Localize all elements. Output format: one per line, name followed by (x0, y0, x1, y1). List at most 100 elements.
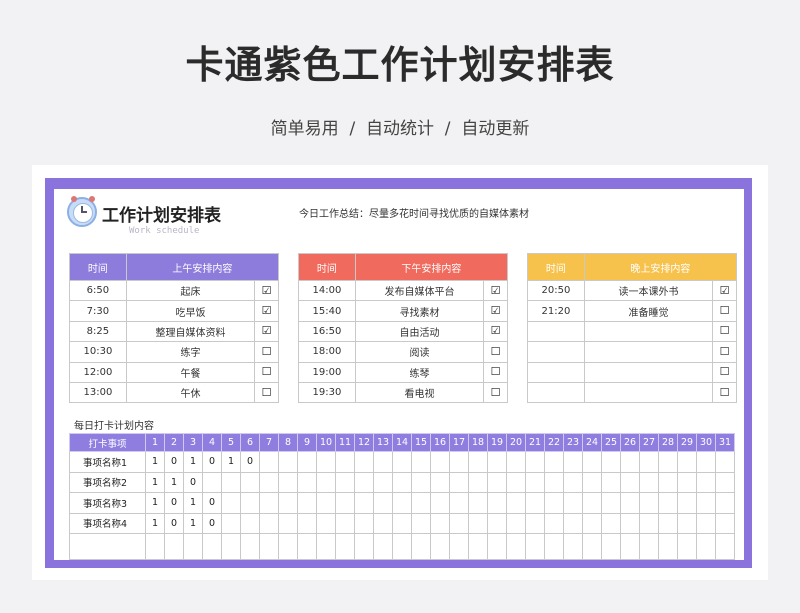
tracker-cell[interactable] (449, 471, 469, 493)
tracker-cell[interactable] (468, 512, 488, 534)
task-checkbox[interactable]: ☐ (491, 346, 501, 357)
tracker-cell[interactable] (430, 512, 450, 534)
tracker-cell[interactable] (696, 492, 716, 514)
task-checkbox[interactable]: ☑ (262, 305, 272, 316)
tracker-cell[interactable] (278, 512, 298, 534)
tracker-cell[interactable] (259, 492, 279, 514)
tracker-cell[interactable] (544, 451, 564, 473)
tracker-cell[interactable] (677, 492, 697, 514)
tracker-cell[interactable] (544, 533, 564, 560)
tracker-cell[interactable] (373, 471, 393, 493)
tracker-cell[interactable] (373, 512, 393, 534)
tracker-cell[interactable] (582, 512, 602, 534)
task-checkbox[interactable]: ☑ (491, 325, 501, 336)
tracker-cell[interactable] (145, 533, 165, 560)
tracker-cell[interactable] (316, 471, 336, 493)
task-checkbox[interactable]: ☐ (262, 387, 272, 398)
tracker-cell[interactable] (563, 471, 583, 493)
task-checkbox[interactable]: ☐ (262, 366, 272, 377)
tracker-cell[interactable] (221, 512, 241, 534)
tracker-cell[interactable] (468, 533, 488, 560)
tracker-cell[interactable] (506, 492, 526, 514)
tracker-cell[interactable] (183, 533, 203, 560)
tracker-cell[interactable] (392, 451, 412, 473)
tracker-cell[interactable] (525, 471, 545, 493)
tracker-cell[interactable]: 1 (221, 451, 241, 473)
tracker-cell[interactable] (335, 451, 355, 473)
tracker-cell[interactable]: 1 (145, 451, 165, 473)
tracker-cell[interactable] (316, 512, 336, 534)
tracker-cell[interactable] (335, 471, 355, 493)
task-checkbox[interactable]: ☑ (262, 325, 272, 336)
tracker-cell[interactable] (297, 471, 317, 493)
tracker-cell[interactable] (506, 451, 526, 473)
tracker-cell[interactable]: 0 (240, 451, 260, 473)
tracker-cell[interactable] (620, 533, 640, 560)
tracker-cell[interactable] (506, 533, 526, 560)
tracker-cell[interactable] (601, 492, 621, 514)
tracker-cell[interactable] (658, 451, 678, 473)
task-checkbox[interactable]: ☐ (491, 387, 501, 398)
tracker-cell[interactable] (715, 492, 735, 514)
tracker-cell[interactable] (677, 533, 697, 560)
tracker-cell[interactable] (373, 492, 393, 514)
tracker-cell[interactable] (677, 512, 697, 534)
tracker-cell[interactable] (392, 512, 412, 534)
tracker-cell[interactable] (297, 512, 317, 534)
tracker-cell[interactable] (677, 471, 697, 493)
tracker-cell[interactable] (430, 451, 450, 473)
task-checkbox[interactable]: ☑ (491, 285, 501, 296)
tracker-cell[interactable] (240, 512, 260, 534)
tracker-cell[interactable] (278, 451, 298, 473)
tracker-cell[interactable] (259, 451, 279, 473)
tracker-cell[interactable]: 1 (183, 492, 203, 514)
tracker-cell[interactable] (639, 533, 659, 560)
tracker-cell[interactable] (563, 512, 583, 534)
tracker-cell[interactable] (411, 512, 431, 534)
tracker-cell[interactable] (544, 492, 564, 514)
tracker-cell[interactable] (221, 492, 241, 514)
tracker-cell[interactable] (715, 451, 735, 473)
tracker-cell[interactable] (601, 512, 621, 534)
tracker-cell[interactable] (354, 492, 374, 514)
tracker-cell[interactable] (164, 533, 184, 560)
tracker-cell[interactable] (525, 533, 545, 560)
tracker-cell[interactable] (601, 533, 621, 560)
tracker-cell[interactable] (601, 451, 621, 473)
tracker-cell[interactable] (525, 492, 545, 514)
tracker-cell[interactable] (240, 492, 260, 514)
tracker-cell[interactable] (259, 471, 279, 493)
task-checkbox[interactable]: ☐ (720, 366, 730, 377)
tracker-cell[interactable] (715, 512, 735, 534)
tracker-cell[interactable] (221, 533, 241, 560)
tracker-cell[interactable] (297, 533, 317, 560)
tracker-cell[interactable] (373, 451, 393, 473)
tracker-cell[interactable] (487, 512, 507, 534)
tracker-cell[interactable] (411, 492, 431, 514)
tracker-cell[interactable] (658, 492, 678, 514)
tracker-cell[interactable] (563, 492, 583, 514)
tracker-cell[interactable] (696, 533, 716, 560)
tracker-cell[interactable] (639, 451, 659, 473)
tracker-cell[interactable] (411, 533, 431, 560)
tracker-cell[interactable] (468, 451, 488, 473)
tracker-cell[interactable] (392, 533, 412, 560)
tracker-cell[interactable] (639, 471, 659, 493)
tracker-cell[interactable] (582, 471, 602, 493)
tracker-cell[interactable] (563, 533, 583, 560)
task-checkbox[interactable]: ☑ (491, 305, 501, 316)
tracker-cell[interactable] (221, 471, 241, 493)
tracker-cell[interactable] (639, 492, 659, 514)
tracker-cell[interactable] (563, 451, 583, 473)
tracker-cell[interactable] (677, 451, 697, 473)
task-checkbox[interactable]: ☐ (720, 346, 730, 357)
tracker-cell[interactable] (544, 471, 564, 493)
tracker-cell[interactable] (696, 471, 716, 493)
tracker-cell[interactable] (430, 471, 450, 493)
tracker-cell[interactable]: 1 (164, 471, 184, 493)
tracker-cell[interactable] (468, 471, 488, 493)
tracker-cell[interactable] (259, 512, 279, 534)
tracker-cell[interactable]: 0 (202, 492, 222, 514)
tracker-cell[interactable] (392, 492, 412, 514)
tracker-cell[interactable] (449, 451, 469, 473)
